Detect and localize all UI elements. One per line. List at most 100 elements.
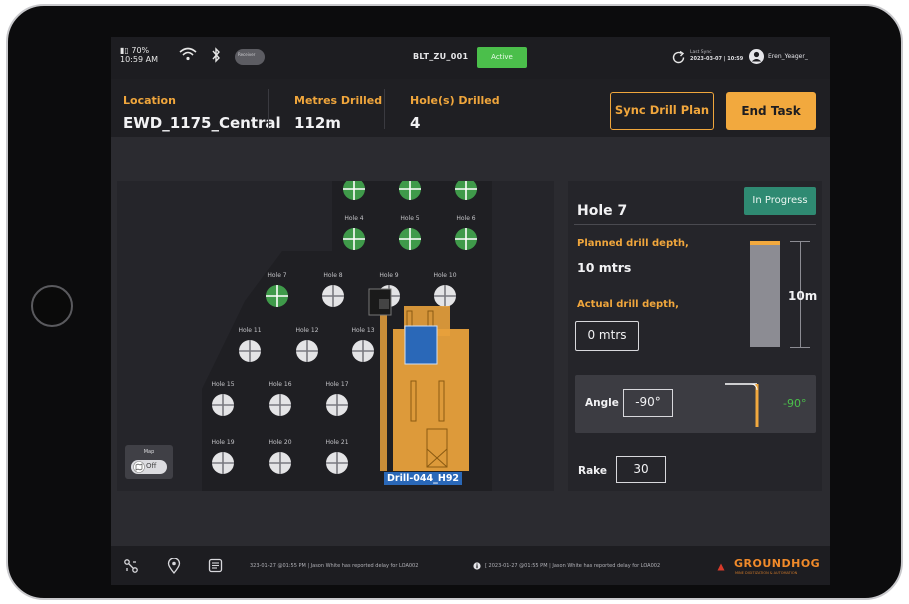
depth-gauge-fill	[750, 241, 780, 245]
drill-hole[interactable]	[398, 227, 422, 251]
drill-hole[interactable]	[325, 393, 349, 417]
divider	[384, 89, 385, 129]
drill-rig-label[interactable]: Drill-044_H92	[384, 472, 463, 485]
rake-input[interactable]: 30	[616, 456, 666, 483]
gauge-label: 10m	[788, 289, 818, 303]
map-toggle[interactable]: Map Off	[125, 445, 173, 479]
rake-label: Rake	[578, 465, 607, 477]
wifi-icon	[179, 47, 197, 61]
drill-hole[interactable]	[325, 451, 349, 475]
hole-label: Hole 21	[325, 439, 349, 446]
hole-label: Hole 17	[325, 381, 349, 388]
network-icon[interactable]	[123, 558, 139, 574]
depth-gauge	[750, 241, 780, 347]
drill-hole[interactable]	[454, 181, 478, 201]
device-id: BLT_ZU_001	[413, 52, 469, 61]
warning-icon	[717, 563, 725, 571]
hole-label: Hole 6	[456, 215, 476, 222]
drill-hole[interactable]	[211, 451, 235, 475]
hole-label: Hole 5	[400, 215, 420, 222]
groundhog-logo: GROUNDHOG	[734, 557, 821, 570]
drill-hole[interactable]	[454, 227, 478, 251]
hole-label: Hole 14	[408, 329, 432, 336]
battery-icon: ▮▯	[120, 46, 129, 55]
hole-detail-panel: In Progress Hole 7 Planned drill depth, …	[568, 181, 822, 491]
drill-hole[interactable]	[265, 284, 289, 308]
metres-drilled-label: Metres Drilled	[294, 94, 383, 107]
bluetooth-icon	[212, 47, 220, 63]
actual-depth-label: Actual drill depth,	[577, 299, 679, 310]
last-sync-value: 2023-03-07 | 10:59	[690, 56, 744, 62]
angle-input[interactable]: -90°	[623, 389, 673, 417]
task-info-row: Location EWD_1175_Central Metres Drilled…	[111, 79, 830, 137]
home-button[interactable]	[31, 285, 73, 327]
drill-hole[interactable]	[295, 339, 319, 363]
drill-hole[interactable]	[433, 284, 457, 308]
divider	[574, 224, 816, 225]
gauge-scale-bottom	[790, 347, 810, 348]
notification-ticker: 323-01-27 @01:55 PM | Jason White has re…	[250, 563, 419, 569]
sync-icon[interactable]	[671, 50, 686, 65]
hole-label: Hole 11	[238, 327, 262, 334]
drill-map[interactable]: Hole 4 Hole 5 Hole 6 Hole 7 Hole 8 Hole 9 Hole…	[117, 181, 554, 491]
angle-section: Angle -90° -90°	[575, 375, 816, 433]
notification-ticker: [ 2023-01-27 @01:55 PM | Jason White has…	[485, 563, 661, 569]
hole-label: Hole 15	[211, 381, 235, 388]
location-pin-icon[interactable]	[167, 558, 181, 574]
holes-drilled-label: Hole(s) Drilled	[410, 94, 500, 107]
logo-tagline: MINE DIGITIZATION & AUTOMATION	[735, 571, 798, 575]
angle-label: Angle	[585, 397, 619, 409]
bottom-bar: 323-01-27 @01:55 PM | Jason White has re…	[111, 546, 830, 585]
divider	[268, 89, 269, 129]
hole-label: Hole 20	[268, 439, 292, 446]
status-badge: In Progress	[744, 187, 816, 215]
hole-label: Hole 4	[344, 215, 364, 222]
hole-label: Hole 9	[379, 272, 399, 279]
battery-level: 70%	[131, 46, 150, 55]
drill-hole[interactable]	[351, 339, 375, 363]
drill-hole[interactable]	[408, 339, 432, 363]
drill-hole[interactable]	[268, 393, 292, 417]
user-name[interactable]: Eren_Yeager_	[768, 53, 808, 60]
map-toggle-switch[interactable]: Off	[131, 460, 167, 474]
drill-hole[interactable]	[377, 284, 401, 308]
hole-label: Hole 16	[268, 381, 292, 388]
location-value: EWD_1175_Central	[123, 114, 281, 132]
hole-label: Hole 13	[351, 327, 375, 334]
drill-hole[interactable]	[321, 284, 345, 308]
receiver-toggle-label: Receiver	[238, 52, 256, 57]
drill-hole[interactable]	[268, 451, 292, 475]
hole-label: Hole 12	[295, 327, 319, 334]
map-toggle-state: Off	[146, 462, 157, 470]
clock: 10:59 AM	[120, 55, 158, 64]
actual-depth-input[interactable]: 0 mtrs	[575, 321, 639, 351]
drill-hole[interactable]	[342, 181, 366, 201]
sync-drill-plan-button[interactable]: Sync Drill Plan	[610, 92, 714, 130]
drill-hole[interactable]	[342, 227, 366, 251]
map-icon	[133, 461, 145, 473]
tablet-frame: ▮▯ 70% 10:59 AM Receiver BLT_ZU_001 Acti…	[6, 4, 903, 600]
hole-label: Hole 8	[323, 272, 343, 279]
gauge-scale-top	[790, 241, 810, 242]
hole-title: Hole 7	[577, 203, 628, 219]
angle-indicator-icon	[725, 383, 759, 427]
user-icon	[751, 51, 762, 62]
end-task-button[interactable]: End Task	[726, 92, 816, 130]
location-label: Location	[123, 94, 176, 107]
status-bar: ▮▯ 70% 10:59 AM Receiver BLT_ZU_001 Acti…	[111, 37, 830, 79]
angle-indicator-value: -90°	[783, 397, 807, 410]
map-toggle-label: Map	[143, 449, 155, 455]
drill-hole[interactable]	[398, 181, 422, 201]
drill-hole[interactable]	[211, 393, 235, 417]
notes-icon[interactable]	[208, 558, 223, 573]
drill-hole[interactable]	[238, 339, 262, 363]
hole-label: Hole 19	[211, 439, 235, 446]
avatar[interactable]	[749, 49, 764, 64]
receiver-toggle[interactable]: Receiver	[235, 49, 265, 65]
last-sync-label: Last Sync	[690, 50, 712, 55]
app-screen: ▮▯ 70% 10:59 AM Receiver BLT_ZU_001 Acti…	[111, 37, 830, 585]
metres-drilled-value: 112m	[294, 114, 341, 132]
holes-drilled-value: 4	[410, 114, 421, 132]
planned-depth-label: Planned drill depth,	[577, 238, 689, 249]
info-icon	[473, 562, 481, 570]
